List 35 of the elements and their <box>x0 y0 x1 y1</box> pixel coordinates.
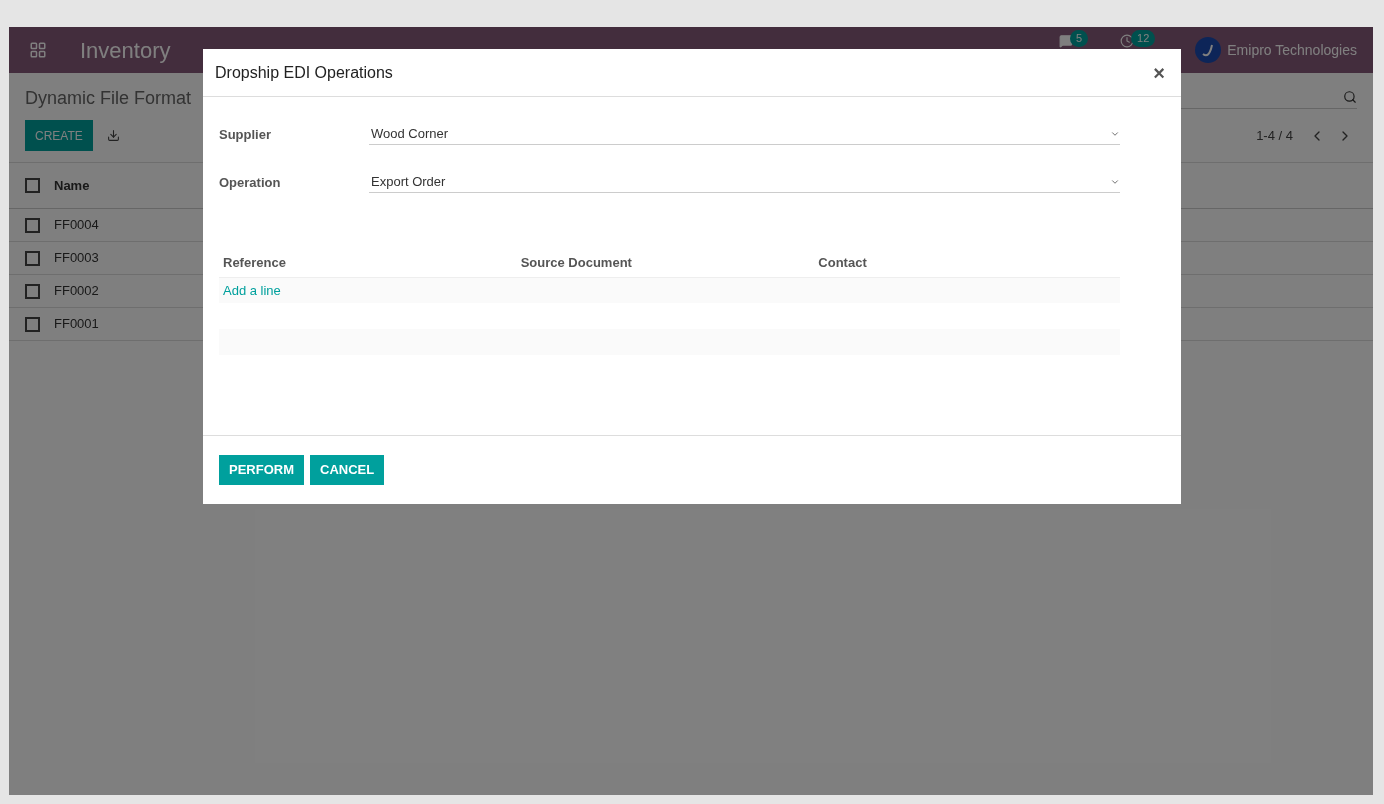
checkbox[interactable] <box>25 178 40 193</box>
checkbox[interactable] <box>25 217 40 233</box>
field-label: Supplier <box>219 126 272 144</box>
company-name[interactable]: Emipro Technologies <box>1227 39 1357 61</box>
page-title: Dynamic File Format <box>25 87 192 110</box>
dialog-button[interactable]: PERFORM <box>219 455 304 485</box>
select-field[interactable]: Wood Corner <box>369 123 1120 145</box>
count-badge: 5 <box>1069 30 1089 47</box>
apps-menu-icon[interactable] <box>29 41 47 59</box>
create-button[interactable]: CREATE <box>25 120 93 151</box>
close-button[interactable]: × <box>1153 57 1165 88</box>
field-label: Operation <box>219 174 282 192</box>
column-header: Reference <box>223 254 287 273</box>
checkbox[interactable] <box>25 283 40 299</box>
record-name[interactable]: FF0004 <box>54 215 99 235</box>
record-name[interactable]: FF0003 <box>54 248 99 268</box>
checkbox[interactable] <box>25 316 40 332</box>
column-header[interactable]: Name <box>54 175 90 196</box>
clock-icon[interactable] <box>1120 34 1135 48</box>
column-header: Contact <box>818 254 868 273</box>
checkbox[interactable] <box>25 250 40 266</box>
add-line-link[interactable]: Add a line <box>223 280 281 301</box>
company-logo-icon <box>1195 37 1222 63</box>
record-name[interactable]: FF0001 <box>54 314 99 334</box>
app-title: Inventory <box>80 36 171 65</box>
pager: 1-4 / 4 <box>1256 126 1293 145</box>
dialog-button[interactable]: CANCEL <box>310 455 385 485</box>
column-header: Source Document <box>520 254 633 273</box>
select-field[interactable]: Export Order <box>369 171 1120 193</box>
chat-icon[interactable] <box>1058 34 1073 48</box>
dialog-title: Dropship EDI Operations <box>215 62 393 83</box>
download-icon[interactable] <box>106 129 120 142</box>
count-badge: 12 <box>1131 30 1156 47</box>
search-icon[interactable] <box>1343 89 1357 104</box>
record-name[interactable]: FF0002 <box>54 281 99 301</box>
